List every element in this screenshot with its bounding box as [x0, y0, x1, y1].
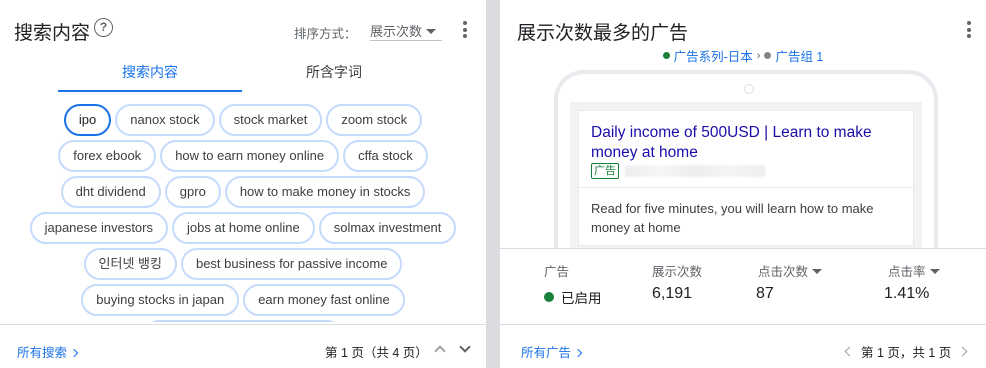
chip-row: dht dividend gpro how to make money in s… — [0, 176, 486, 208]
search-content-title: 搜索内容 — [14, 23, 91, 44]
all-ads-label: 所有广告 — [521, 346, 572, 360]
stat-header-clicks[interactable]: 点击次数 — [758, 261, 823, 280]
tab-search-content[interactable]: 搜索内容 — [58, 62, 242, 92]
ad-badge: 广告 — [591, 163, 619, 179]
search-term-chip[interactable]: how to make money in stocks — [224, 176, 426, 208]
ad-stats-panel: 广告 展示次数 点击次数 点击率 已启用 6,191 87 1.41% — [500, 248, 986, 324]
impressions-value: 6,191 — [652, 285, 693, 302]
chip-row: ipo nanox stock stock market zoom stock — [0, 104, 486, 136]
page-indicator: 第 1 页，共 1 页 — [861, 346, 952, 360]
search-term-chip[interactable]: zoom stock — [326, 104, 423, 136]
chevron-right-icon — [69, 348, 79, 358]
ad-headline[interactable]: Daily income of 500USD | Learn to make m… — [591, 123, 901, 163]
sort-select[interactable]: 展示次数 — [370, 21, 437, 40]
search-term-chip[interactable]: gpro — [164, 176, 221, 208]
more-options-icon[interactable] — [463, 21, 467, 41]
clicks-value: 87 — [756, 285, 774, 302]
phone-camera — [744, 84, 754, 94]
search-term-chip[interactable]: 인터넷 뱅킹 — [83, 248, 177, 280]
all-searches-link[interactable]: 所有搜索 — [17, 342, 79, 361]
caret-down-icon — [426, 29, 437, 34]
chip-row: buying stocks in japan earn money fast o… — [0, 284, 486, 316]
previous-page-icon[interactable] — [844, 346, 855, 357]
breadcrumb-campaign[interactable]: 广告系列-日本 — [674, 46, 753, 65]
ad-divider — [579, 187, 915, 188]
footer-divider — [500, 324, 986, 325]
help-icon[interactable]: ? — [94, 18, 113, 37]
ad-description: Read for five minutes, you will learn ho… — [591, 201, 874, 235]
ad-status-label: 已启用 — [561, 291, 602, 306]
search-term-chip[interactable]: how to earn money online — [160, 140, 340, 172]
tab-included-words[interactable]: 所含字词 — [242, 62, 426, 92]
more-options-icon[interactable] — [967, 21, 971, 41]
sort-select-underline — [370, 40, 442, 41]
search-term-chip[interactable]: earn money fast online — [243, 284, 405, 316]
ad-group-status-dot — [764, 52, 772, 59]
caret-down-icon — [812, 269, 823, 274]
stat-header-impressions: 展示次数 — [652, 265, 703, 279]
stat-header-ctr[interactable]: 点击率 — [888, 261, 940, 280]
search-term-chip[interactable]: ipo — [63, 104, 112, 136]
enabled-status-dot — [544, 292, 554, 302]
next-page-icon[interactable] — [957, 346, 968, 357]
search-term-chip[interactable]: forex ebook — [58, 140, 157, 172]
search-term-chip[interactable]: cffa stock — [343, 140, 428, 172]
all-searches-label: 所有搜索 — [17, 346, 68, 360]
chevron-right-icon — [573, 348, 583, 358]
top-ads-card: 展示次数最多的广告 广告系列-日本 › 广告组 1 Daily income o… — [500, 0, 986, 368]
chevron-up-icon[interactable] — [434, 345, 446, 357]
ctr-value: 1.41% — [884, 285, 930, 302]
top-ads-title: 展示次数最多的广告 — [517, 23, 689, 44]
stat-header-ad: 广告 — [544, 265, 570, 279]
footer-divider — [0, 324, 486, 325]
search-term-chip[interactable]: japanese investors — [29, 212, 168, 244]
ad-preview[interactable]: Daily income of 500USD | Learn to make m… — [578, 110, 915, 246]
chip-row-partial — [0, 320, 486, 322]
chip-row: 인터넷 뱅킹 best business for passive income — [0, 248, 486, 280]
search-term-chip[interactable]: nanox stock — [115, 104, 215, 136]
search-term-chip-cut-off[interactable] — [143, 320, 343, 322]
search-term-chip[interactable]: jobs at home online — [172, 212, 315, 244]
sort-select-value: 展示次数 — [370, 24, 423, 39]
ad-display-url-blurred — [625, 165, 765, 177]
search-term-chip[interactable]: best business for passive income — [180, 248, 403, 280]
breadcrumb-ad-group[interactable]: 广告组 1 — [775, 46, 823, 65]
sort-label: 排序方式： — [294, 27, 357, 41]
ad-status: 已启用 — [544, 287, 602, 307]
chip-row: forex ebook how to earn money online cff… — [0, 140, 486, 172]
chip-row: japanese investors jobs at home online s… — [0, 212, 486, 244]
search-content-card: 搜索内容 ? 排序方式： 展示次数 搜索内容 所含字词 ipo nanox st… — [0, 0, 486, 368]
all-ads-link[interactable]: 所有广告 — [521, 342, 583, 361]
search-term-chip-list: ipo nanox stock stock market zoom stock … — [0, 100, 486, 322]
active-tab-indicator — [58, 90, 242, 92]
page-indicator: 第 1 页（共 4 页） — [325, 346, 428, 360]
breadcrumb-separator: › — [756, 49, 761, 62]
search-term-chip[interactable]: solmax investment — [318, 212, 457, 244]
caret-down-icon — [929, 269, 940, 274]
pagination: 第 1 页，共 1 页 — [844, 342, 968, 361]
search-term-chip[interactable]: stock market — [218, 104, 323, 136]
enabled-status-dot — [662, 52, 670, 59]
search-term-chip[interactable]: dht dividend — [60, 176, 161, 208]
search-term-chip[interactable]: buying stocks in japan — [81, 284, 240, 316]
chevron-down-icon[interactable] — [459, 341, 471, 353]
breadcrumb: 广告系列-日本 › 广告组 1 — [500, 46, 986, 65]
